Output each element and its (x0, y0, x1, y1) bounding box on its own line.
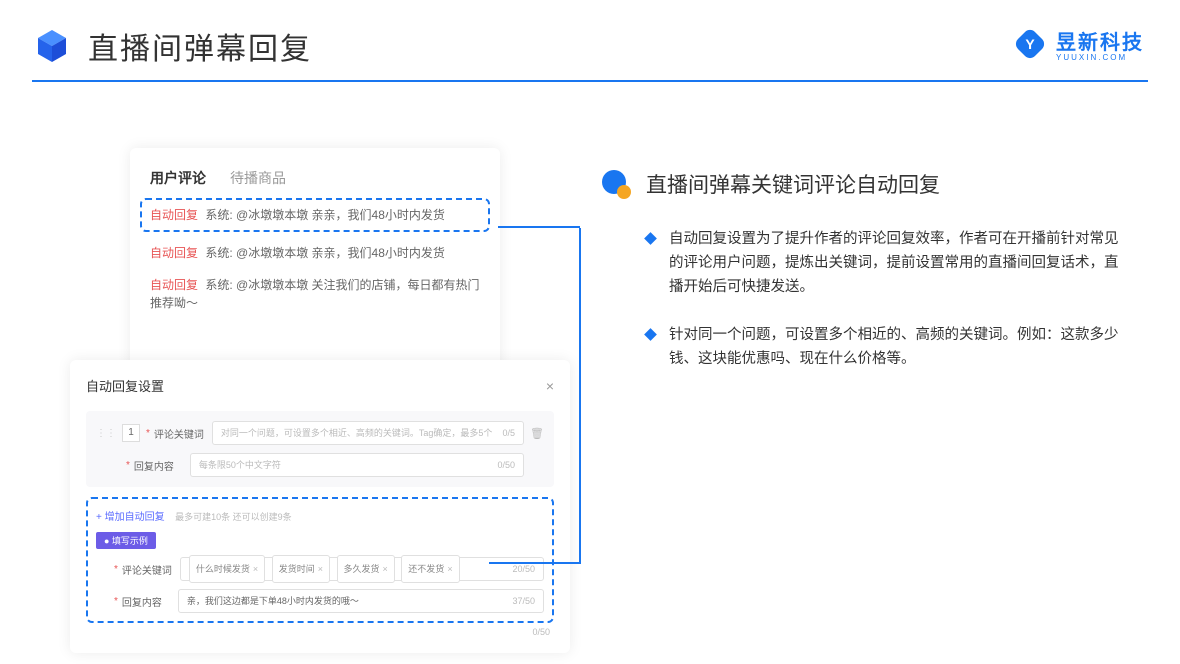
keyword-count: 0/5 (502, 422, 515, 444)
connector-line (489, 562, 581, 564)
comments-tabs: 用户评论 待播商品 (150, 168, 480, 188)
keyword-input[interactable]: 对同一个问题，可设置多个相近、高频的关键词。Tag确定，最多5个 0/5 (212, 421, 524, 445)
connector-line (498, 226, 580, 228)
tab-user-comments[interactable]: 用户评论 (150, 168, 206, 188)
content-label: 回复内容 (134, 458, 182, 473)
extra-count: 0/50 (86, 627, 554, 637)
svg-text:Y: Y (1025, 36, 1035, 52)
header-divider (32, 80, 1148, 82)
required-dot: * (114, 564, 118, 575)
required-dot: * (146, 428, 150, 439)
keyword-tag[interactable]: 多久发货× (337, 555, 395, 583)
bullet-item: 针对同一个问题，可设置多个相近的、高频的关键词。例如：这款多少钱、这块能优惠吗、… (600, 324, 1120, 372)
content-count: 0/50 (497, 454, 515, 476)
form-block: ⋮⋮ 1 * 评论关键词 对同一个问题，可设置多个相近、高频的关键词。Tag确定… (86, 411, 554, 487)
right-content: 直播间弹幕关键词评论自动回复 自动回复设置为了提升作者的评论回复效率，作者可在开… (600, 168, 1120, 396)
comment-text: 系统: @冰墩墩本墩 亲亲，我们48小时内发货 (205, 246, 445, 260)
example-badge: ● 填写示例 (96, 532, 156, 549)
keyword-label: 评论关键词 (154, 426, 204, 441)
page-header: 直播间弹幕回复 Y 昱新科技 YUUXIN.COM (0, 0, 1180, 80)
ex-keyword-input[interactable]: 什么时候发货× 发货时间× 多久发货× 还不发货× 20/50 (180, 557, 544, 581)
ex-keyword-label: 评论关键词 (122, 562, 172, 577)
keyword-tag[interactable]: 什么时候发货× (189, 555, 265, 583)
brand-subtitle: YUUXIN.COM (1056, 53, 1144, 62)
ex-content-label: 回复内容 (122, 594, 170, 609)
ex-content-value: 亲，我们这边都是下单48小时内发货的哦～ (187, 590, 359, 612)
comment-row: 自动回复 系统: @冰墩墩本墩 亲亲，我们48小时内发货 (150, 244, 480, 262)
content-input[interactable]: 每条限50个中文字符 0/50 (190, 453, 524, 477)
row-number: 1 (122, 424, 140, 442)
chat-bubble-icon (600, 168, 632, 200)
tag-container: 什么时候发货× 发货时间× 多久发货× 还不发货× (189, 555, 464, 583)
brand-logo-icon: Y (1014, 28, 1046, 60)
auto-reply-tag: 自动回复 (150, 208, 198, 222)
ex-content-count: 37/50 (512, 590, 535, 612)
diamond-icon (644, 328, 657, 341)
comment-text: 系统: @冰墩墩本墩 亲亲，我们48小时内发货 (205, 208, 445, 222)
brand: Y 昱新科技 YUUXIN.COM (1014, 26, 1144, 62)
auto-reply-tag: 自动回复 (150, 246, 198, 260)
settings-title-row: 自动回复设置 × (86, 376, 554, 395)
comment-text: 系统: @冰墩墩本墩 关注我们的店铺，每日都有热门推荐呦～ (150, 278, 480, 310)
example-keyword-row: * 评论关键词 什么时候发货× 发货时间× 多久发货× 还不发货× 20/50 (96, 557, 544, 581)
close-icon[interactable]: × (546, 378, 554, 394)
bullet-item: 自动回复设置为了提升作者的评论回复效率，作者可在开播前针对常见的评论用户问题，提… (600, 228, 1120, 300)
keyword-tag[interactable]: 发货时间× (272, 555, 330, 583)
ex-content-input[interactable]: 亲，我们这边都是下单48小时内发货的哦～ 37/50 (178, 589, 544, 613)
trash-icon[interactable]: 🗑 (530, 427, 544, 440)
content-placeholder: 每条限50个中文字符 (199, 454, 281, 476)
keyword-tag[interactable]: 还不发货× (401, 555, 459, 583)
keyword-row: ⋮⋮ 1 * 评论关键词 对同一个问题，可设置多个相近、高频的关键词。Tag确定… (96, 421, 544, 445)
add-auto-reply-link[interactable]: + 增加自动回复 (96, 508, 165, 523)
bullet-text: 自动回复设置为了提升作者的评论回复效率，作者可在开播前针对常见的评论用户问题，提… (669, 228, 1120, 300)
bullet-text: 针对同一个问题，可设置多个相近的、高频的关键词。例如：这款多少钱、这块能优惠吗、… (669, 324, 1120, 372)
highlighted-comment: 自动回复 系统: @冰墩墩本墩 亲亲，我们48小时内发货 (140, 198, 490, 232)
example-block: + 增加自动回复 最多可建10条 还可以创建9条 ● 填写示例 * 评论关键词 … (86, 497, 554, 623)
add-hint: 最多可建10条 还可以创建9条 (175, 512, 292, 522)
required-dot: * (114, 596, 118, 607)
cube-icon (32, 26, 72, 66)
section-heading: 直播间弹幕关键词评论自动回复 (600, 168, 1120, 200)
connector-line (579, 228, 581, 564)
tab-pending-products[interactable]: 待播商品 (230, 168, 286, 188)
required-dot: * (126, 460, 130, 471)
comment-row: 自动回复 系统: @冰墩墩本墩 关注我们的店铺，每日都有热门推荐呦～ (150, 276, 480, 312)
diamond-icon (644, 232, 657, 245)
content-row: * 回复内容 每条限50个中文字符 0/50 🗑 (96, 453, 544, 477)
brand-name: 昱新科技 (1056, 32, 1144, 54)
auto-reply-tag: 自动回复 (150, 278, 198, 292)
comments-panel: 用户评论 待播商品 自动回复 系统: @冰墩墩本墩 亲亲，我们48小时内发货 自… (130, 148, 500, 386)
keyword-placeholder: 对同一个问题，可设置多个相近、高频的关键词。Tag确定，最多5个 (221, 422, 493, 444)
comment-row: 自动回复 系统: @冰墩墩本墩 亲亲，我们48小时内发货 (150, 206, 480, 224)
settings-title: 自动回复设置 (86, 376, 164, 395)
page-title: 直播间弹幕回复 (88, 24, 312, 68)
example-content-row: * 回复内容 亲，我们这边都是下单48小时内发货的哦～ 37/50 (96, 589, 544, 613)
section-title: 直播间弹幕关键词评论自动回复 (646, 169, 940, 199)
auto-reply-settings-panel: 自动回复设置 × ⋮⋮ 1 * 评论关键词 对同一个问题，可设置多个相近、高频的… (70, 360, 570, 653)
